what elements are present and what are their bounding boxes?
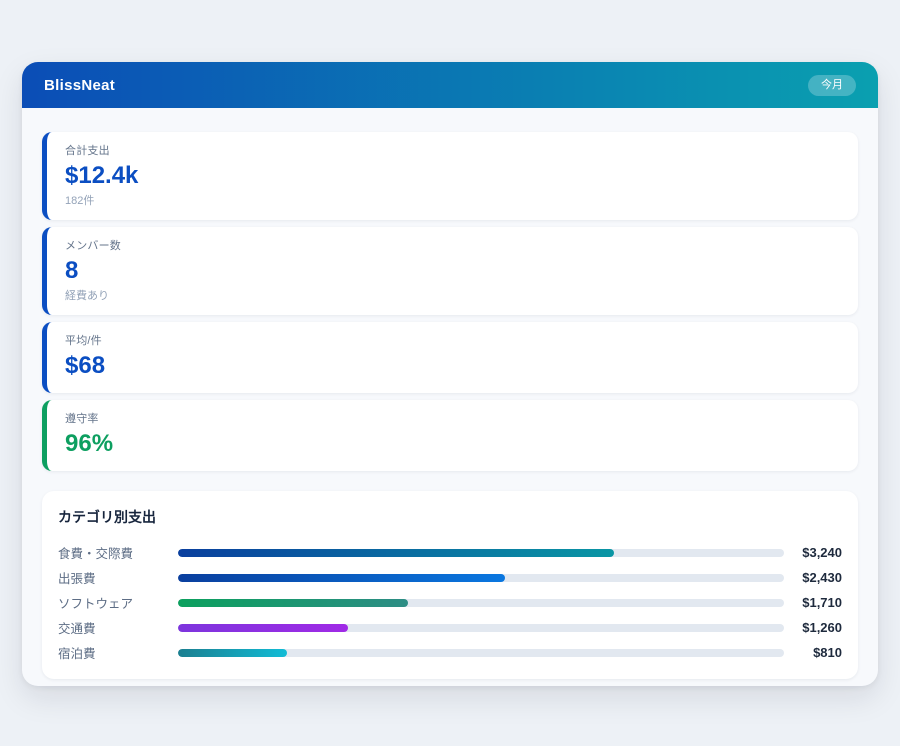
stat-sub: 182件 <box>65 194 840 208</box>
stat-label: 合計支出 <box>65 144 840 158</box>
stat-card-member-count: メンバー数 8 経費あり <box>42 227 858 315</box>
stat-value: 8 <box>65 256 840 286</box>
category-bar-track <box>178 649 784 657</box>
category-row-lodging: 宿泊費 $810 <box>58 640 842 665</box>
category-value: $1,260 <box>784 620 842 635</box>
category-bar-fill <box>178 624 348 632</box>
category-row-software: ソフトウェア $1,710 <box>58 590 842 615</box>
stat-label: 平均/件 <box>65 334 840 348</box>
category-value: $810 <box>784 645 842 660</box>
stat-card-compliance-rate: 遵守率 96% <box>42 400 858 471</box>
category-bar-fill <box>178 549 614 557</box>
stat-sub: 経費あり <box>65 289 840 303</box>
stat-value: $68 <box>65 351 840 381</box>
category-label: 出張費 <box>58 568 178 587</box>
app-title: BlissNeat <box>44 77 115 94</box>
app-header: BlissNeat 今月 <box>22 62 878 108</box>
category-row-transport: 交通費 $1,260 <box>58 615 842 640</box>
stat-label: メンバー数 <box>65 239 840 253</box>
stat-card-total-spend: 合計支出 $12.4k 182件 <box>42 132 858 220</box>
stat-label: 遵守率 <box>65 412 840 426</box>
category-bar-fill <box>178 649 287 657</box>
category-bar-fill <box>178 599 408 607</box>
stat-value: 96% <box>65 429 840 459</box>
category-bar-track <box>178 549 784 557</box>
period-badge[interactable]: 今月 <box>808 75 856 96</box>
category-value: $3,240 <box>784 545 842 560</box>
stat-value: $12.4k <box>65 161 840 191</box>
category-label: 交通費 <box>58 618 178 637</box>
category-bar-track <box>178 624 784 632</box>
stat-card-average-per-item: 平均/件 $68 <box>42 322 858 393</box>
category-row-business-trip: 出張費 $2,430 <box>58 565 842 590</box>
category-breakdown-card: カテゴリ別支出 食費・交際費 $3,240 出張費 $2,430 ソフトウェア … <box>42 491 858 679</box>
app-body: 合計支出 $12.4k 182件 メンバー数 8 経費あり 平均/件 $68 遵… <box>22 108 878 701</box>
category-bar-track <box>178 574 784 582</box>
category-breakdown-title: カテゴリ別支出 <box>58 507 842 527</box>
category-value: $2,430 <box>784 570 842 585</box>
category-label: 食費・交際費 <box>58 543 178 562</box>
category-row-food: 食費・交際費 $3,240 <box>58 540 842 565</box>
dashboard-card: BlissNeat 今月 合計支出 $12.4k 182件 メンバー数 8 経費… <box>22 62 878 686</box>
category-bar-track <box>178 599 784 607</box>
category-value: $1,710 <box>784 595 842 610</box>
category-label: 宿泊費 <box>58 643 178 662</box>
category-label: ソフトウェア <box>58 593 178 612</box>
category-bar-fill <box>178 574 505 582</box>
